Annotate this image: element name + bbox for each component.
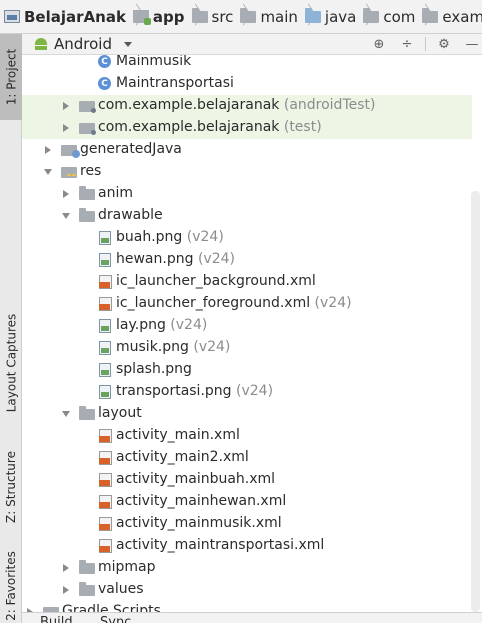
expand-arrow-icon[interactable] [63, 190, 69, 198]
project-tree[interactable]: Mainmusik Maintransportasi com.example.b… [22, 55, 482, 612]
project-folder-icon [4, 10, 20, 23]
class-icon [98, 55, 111, 68]
expand-arrow-icon[interactable] [63, 124, 69, 132]
expand-arrow-icon[interactable] [63, 102, 69, 110]
image-file-icon [99, 319, 111, 333]
tree-item-buah-png[interactable]: buah.png (v24) [22, 227, 472, 249]
tree-item-hewan-png[interactable]: hewan.png (v24) [22, 249, 472, 271]
folder-icon [79, 208, 95, 222]
xml-file-icon [99, 517, 112, 531]
tab-project[interactable]: 1: Project [0, 34, 22, 120]
tree-item-activity-mainbuah[interactable]: activity_mainbuah.xml [22, 469, 472, 491]
tree-item-transportasi-png[interactable]: transportasi.png (v24) [22, 381, 472, 403]
tree-item-package-test[interactable]: com.example.belajaranak (test) [22, 117, 472, 139]
collapse-arrow-icon[interactable] [44, 169, 52, 175]
folder-icon [79, 186, 95, 200]
xml-file-icon [99, 495, 112, 509]
xml-file-icon [99, 297, 112, 311]
xml-file-icon [99, 539, 112, 553]
folder-icon [79, 582, 95, 596]
image-file-icon [99, 253, 111, 267]
generated-folder-icon [61, 145, 80, 158]
collapse-arrow-icon[interactable] [62, 411, 70, 417]
tree-item-splash-png[interactable]: splash.png [22, 359, 472, 381]
package-icon [422, 7, 439, 23]
tree-item-mipmap[interactable]: mipmap [22, 557, 472, 579]
image-file-icon [99, 341, 111, 355]
tree-item-res[interactable]: res [22, 161, 472, 183]
bottom-tool-bar: Build Sync [22, 612, 482, 623]
tab-sync[interactable]: Sync [100, 615, 131, 623]
tree-item-mainmusik[interactable]: Mainmusik [22, 55, 472, 73]
tree-item-values[interactable]: values [22, 579, 472, 601]
tree-item-generatedjava[interactable]: generatedJava [22, 139, 472, 161]
view-mode-selector[interactable]: Android [54, 35, 112, 53]
tab-build[interactable]: Build [40, 615, 73, 623]
breadcrumb-app[interactable]: app [132, 0, 185, 33]
android-icon [34, 38, 48, 50]
project-tool-window-header: Android ⊕ ÷ ⚙ — [22, 34, 482, 55]
expand-arrow-icon[interactable] [63, 586, 69, 594]
expand-arrow-icon[interactable] [45, 146, 51, 154]
breadcrumb-project[interactable]: BelajarAnak [4, 0, 126, 33]
tab-favorites[interactable]: 2: Favorites [0, 549, 22, 623]
tree-item-ic-launcher-background[interactable]: ic_launcher_background.xml [22, 271, 472, 293]
tree-item-maintransportasi[interactable]: Maintransportasi [22, 73, 472, 95]
xml-file-icon [99, 275, 112, 289]
gear-icon[interactable]: ⚙ [434, 34, 454, 54]
folder-icon [79, 560, 95, 574]
tab-project-label: 1: Project [4, 48, 18, 106]
tree-item-layout[interactable]: layout [22, 403, 472, 425]
package-icon [363, 7, 380, 23]
tab-structure[interactable]: Z: Structure [0, 434, 22, 539]
tab-favorites-label: 2: Favorites [4, 551, 19, 621]
tree-item-anim[interactable]: anim [22, 183, 472, 205]
navigation-bar: BelajarAnak app src main java com exam [0, 0, 482, 34]
package-icon [79, 101, 96, 113]
folder-icon [191, 7, 208, 23]
xml-file-icon [99, 429, 112, 443]
header-toolbar: ⊕ ÷ ⚙ — [361, 34, 482, 54]
collapse-all-icon[interactable]: ÷ [397, 34, 417, 54]
breadcrumb-example[interactable]: exam [422, 0, 482, 33]
hide-icon[interactable]: — [462, 34, 482, 54]
expand-arrow-icon[interactable] [63, 564, 69, 572]
package-icon [79, 123, 96, 135]
folder-icon [79, 406, 95, 420]
collapse-arrow-icon[interactable] [62, 213, 70, 219]
tree-item-ic-launcher-foreground[interactable]: ic_launcher_foreground.xml (v24) [22, 293, 472, 315]
tree-item-drawable[interactable]: drawable [22, 205, 472, 227]
toolbar-divider [425, 37, 426, 51]
tree-item-musik-png[interactable]: musik.png (v24) [22, 337, 472, 359]
tab-structure-label: Z: Structure [4, 450, 18, 523]
tree-item-activity-mainmusik[interactable]: activity_mainmusik.xml [22, 513, 472, 535]
tree-item-lay-png[interactable]: lay.png (v24) [22, 315, 472, 337]
breadcrumb-main[interactable]: main [240, 0, 298, 33]
tab-layout-captures-label: Layout Captures [4, 313, 19, 413]
folder-icon [240, 7, 257, 23]
tab-layout-captures[interactable]: Layout Captures [0, 304, 22, 422]
class-icon [98, 77, 111, 90]
tree-item-activity-mainhewan[interactable]: activity_mainhewan.xml [22, 491, 472, 513]
vertical-scrollbar[interactable] [471, 191, 480, 612]
module-folder-icon [132, 10, 151, 25]
locate-file-icon[interactable]: ⊕ [369, 34, 389, 54]
source-folder-icon [304, 7, 321, 23]
breadcrumb-java[interactable]: java [304, 0, 356, 33]
chevron-down-icon[interactable] [124, 41, 132, 47]
tree-item-package-androidtest[interactable]: com.example.belajaranak (androidTest) [22, 95, 472, 117]
resource-folder-icon [61, 167, 77, 178]
image-file-icon [99, 363, 111, 377]
image-file-icon [99, 231, 111, 245]
xml-file-icon [99, 473, 112, 487]
xml-file-icon [99, 451, 112, 465]
tree-item-gradle-scripts[interactable]: Gradle Scripts [22, 601, 472, 612]
image-file-icon [99, 385, 111, 399]
breadcrumb-src[interactable]: src [191, 0, 233, 33]
left-tool-strip: 1: Project Layout Captures Z: Structure … [0, 34, 22, 623]
tree-item-activity-main[interactable]: activity_main.xml [22, 425, 472, 447]
tree-item-activity-maintransportasi[interactable]: activity_maintransportasi.xml [22, 535, 472, 557]
tree-item-activity-main2[interactable]: activity_main2.xml [22, 447, 472, 469]
breadcrumb-com[interactable]: com [363, 0, 415, 33]
